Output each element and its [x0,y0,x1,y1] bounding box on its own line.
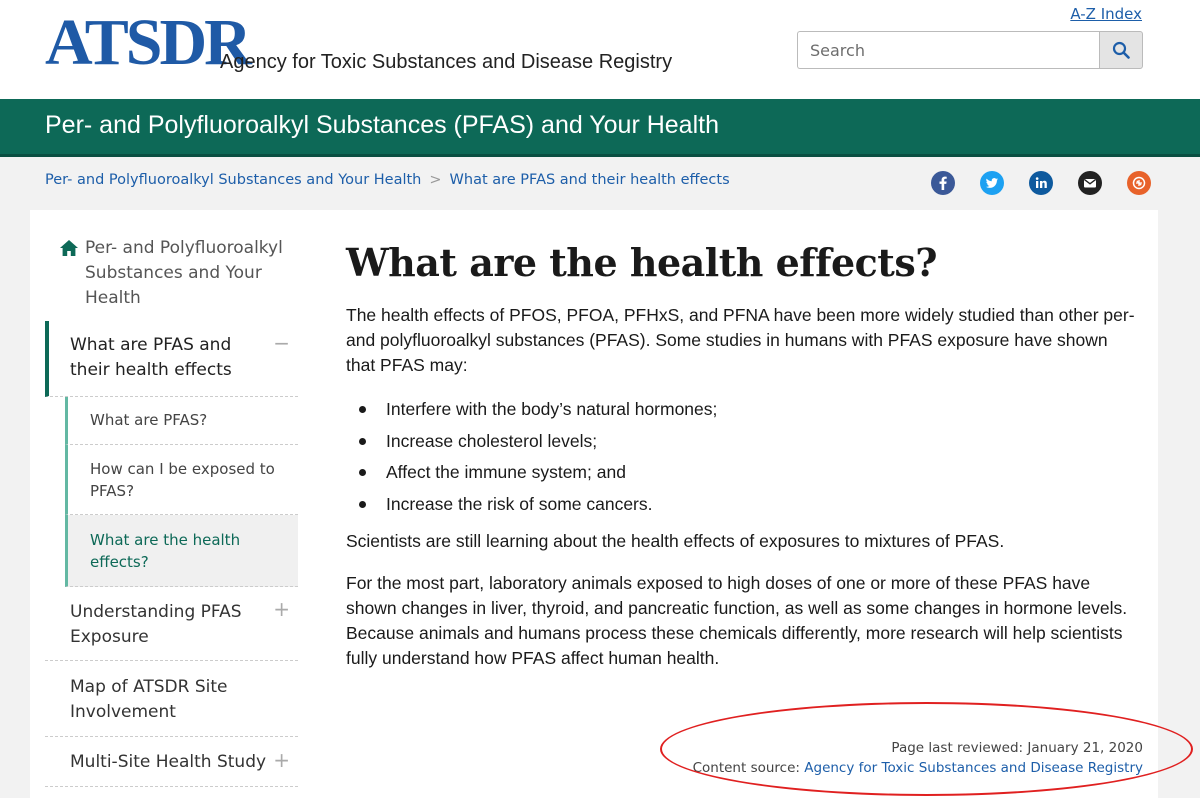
sidebar-subitem-label: How can I be exposed to PFAS? [90,460,275,500]
health-effects-list: Interfere with the body’s natural hormon… [359,394,717,520]
sidebar-subitem-label: What are the health effects? [90,531,241,571]
email-icon[interactable] [1078,171,1102,195]
sidebar-item-label: Understanding PFAS Exposure [70,602,242,647]
linkedin-icon[interactable] [1029,171,1053,195]
az-index-link[interactable]: A-Z Index [1070,5,1142,23]
list-item: Increase the risk of some cancers. [359,489,717,521]
facebook-icon[interactable] [931,171,955,195]
search-icon [1112,41,1130,59]
expand-icon[interactable]: + [273,597,290,621]
breadcrumb-item-home[interactable]: Per- and Polyfluoroalkyl Substances and … [45,172,421,188]
banner-title[interactable]: Per- and Polyfluoroalkyl Substances (PFA… [45,111,719,140]
annotation-ellipse [660,702,1193,796]
home-icon [60,240,78,256]
sidebar-subitem-what-are-pfas[interactable]: What are PFAS? [65,397,298,445]
sidebar-item-label: Multi-Site Health Study [70,752,267,772]
list-item: Increase cholesterol levels; [359,426,717,458]
topic-banner: Per- and Polyfluoroalkyl Substances (PFA… [0,99,1200,157]
mixtures-paragraph: Scientists are still learning about the … [346,531,1005,551]
social-share-bar [931,171,1151,195]
sidebar-subitem-health-effects[interactable]: What are the health effects? [65,515,298,587]
list-item: Interfere with the body’s natural hormon… [359,394,717,426]
search-input[interactable] [797,31,1099,69]
breadcrumb: Per- and Polyfluoroalkyl Substances and … [45,172,730,188]
atsdr-logo[interactable]: ATSDR [45,10,252,76]
intro-paragraph: The health effects of PFOS, PFOA, PFHxS,… [346,305,1135,375]
search-button[interactable] [1099,31,1143,69]
site-header: ATSDR Agency for Toxic Substances and Di… [0,0,1200,99]
breadcrumb-item-current[interactable]: What are PFAS and their health effects [450,172,730,188]
syndicate-icon[interactable] [1127,171,1151,195]
list-item: Affect the immune system; and [359,457,717,489]
sidebar-item-understanding-exposure[interactable]: Understanding PFAS Exposure + [45,587,298,661]
sidebar-subitem-exposure[interactable]: How can I be exposed to PFAS? [65,445,298,515]
sidebar-item-multi-site-study[interactable]: Multi-Site Health Study + [45,737,298,787]
sidebar-home[interactable]: Per- and Polyfluoroalkyl Substances and … [59,236,289,311]
sidebar-subitem-label: What are PFAS? [90,411,208,429]
sidebar-item-pfas-health-effects[interactable]: What are PFAS and their health effects − [45,321,298,397]
sidebar-item-label: What are PFAS and their health effects [70,335,232,380]
twitter-icon[interactable] [980,171,1004,195]
breadcrumb-separator: > [429,172,442,188]
expand-icon[interactable]: + [273,748,290,772]
sidebar-item-label: Map of ATSDR Site Involvement [70,677,228,722]
sidebar-item-site-map[interactable]: Map of ATSDR Site Involvement [45,661,298,737]
collapse-icon[interactable]: − [273,331,290,355]
page-title: What are the health effects? [346,240,938,285]
agency-name[interactable]: Agency for Toxic Substances and Disease … [220,51,672,74]
animal-studies-paragraph: For the most part, laboratory animals ex… [346,573,1128,668]
sidebar-home-label: Per- and Polyfluoroalkyl Substances and … [85,238,283,308]
